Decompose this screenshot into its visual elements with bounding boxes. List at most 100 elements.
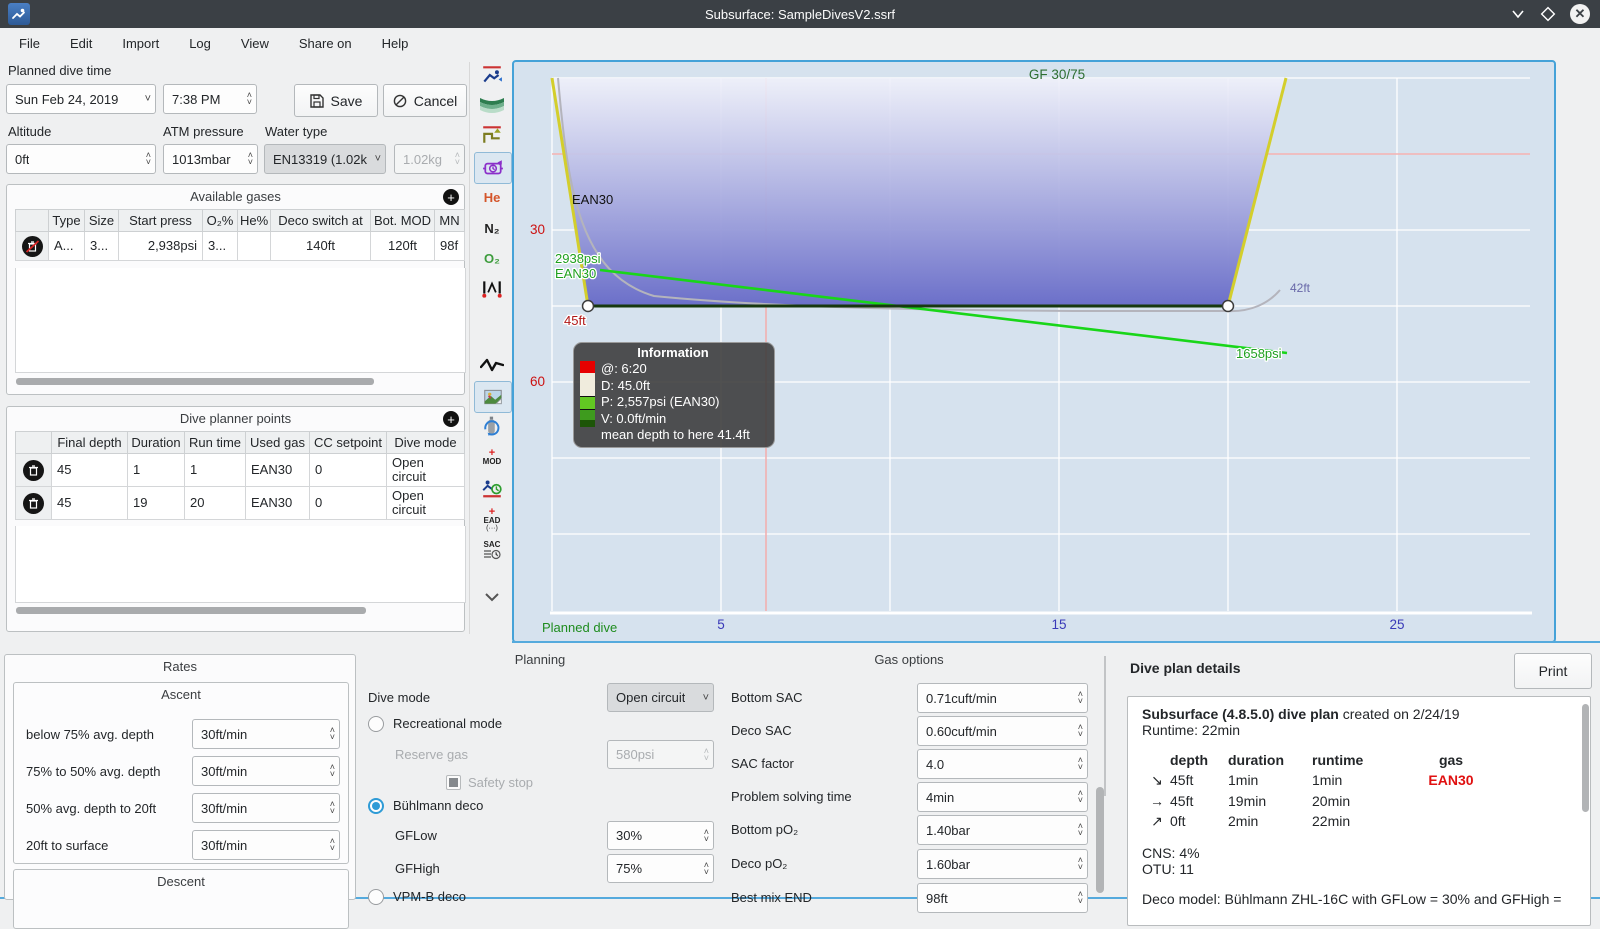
gas-o2-cell[interactable]: 3... xyxy=(202,231,238,261)
toolbar-button-setpoint[interactable] xyxy=(474,152,512,184)
point-duration-cell[interactable]: 1 xyxy=(127,453,185,487)
toolbar-button-ead[interactable]: + EAD (···) xyxy=(474,505,510,535)
problem-solving-time-spinbox[interactable]: 4min ˄ ˅ xyxy=(917,782,1088,812)
toolbar-button-photos[interactable] xyxy=(474,381,512,413)
atm-pressure-spinbox[interactable]: 1013mbar ˄ ˅ xyxy=(163,144,258,174)
minimize-icon[interactable] xyxy=(1510,6,1526,22)
deco-po2-spinbox[interactable]: 1.60bar ˄ ˅ xyxy=(917,849,1088,879)
sac-factor-spinbox[interactable]: 4.0 ˄ ˅ xyxy=(917,749,1088,779)
time-spinbox[interactable]: 7:38 PM ˄ ˅ xyxy=(163,84,257,114)
toolbar-button-ceiling[interactable] xyxy=(474,90,510,120)
spin-arrows-icon[interactable]: ˄ ˅ xyxy=(326,800,335,816)
gas-mnd-cell[interactable]: 98f xyxy=(434,231,465,261)
menu-share-on[interactable]: Share on xyxy=(286,32,365,55)
spin-arrows-icon[interactable]: ˄ ˅ xyxy=(1074,890,1083,906)
gas-type-cell[interactable]: A... xyxy=(48,231,85,261)
spin-arrows-icon[interactable]: ˄ ˅ xyxy=(243,91,252,107)
toolbar-button-nitrogen[interactable]: N₂ xyxy=(474,213,510,243)
spin-arrows-icon[interactable]: ˄ ˅ xyxy=(244,151,253,167)
spin-arrows-icon[interactable]: ˄ ˅ xyxy=(1074,856,1083,872)
gas-startpress-cell[interactable]: 2,938psi xyxy=(118,231,203,261)
menu-import[interactable]: Import xyxy=(109,32,172,55)
spin-arrows-icon[interactable]: ˄ ˅ xyxy=(326,763,335,779)
gas-he-cell[interactable] xyxy=(237,231,271,261)
toolbar-button-tank[interactable] xyxy=(474,411,510,441)
point-setpoint-cell[interactable]: 0 xyxy=(309,486,387,520)
print-button[interactable]: Print xyxy=(1514,653,1592,689)
recreational-mode-radio[interactable] xyxy=(368,716,384,732)
menu-log[interactable]: Log xyxy=(176,32,224,55)
spin-arrows-icon[interactable]: ˄ ˅ xyxy=(700,860,709,876)
menu-help[interactable]: Help xyxy=(369,32,422,55)
ascent-rate-spinbox[interactable]: 30ft/min ˄ ˅ xyxy=(192,719,340,749)
point-depth-cell[interactable]: 45 xyxy=(51,486,128,520)
ascent-rate-spinbox[interactable]: 30ft/min ˄ ˅ xyxy=(192,756,340,786)
maximize-icon[interactable] xyxy=(1540,6,1556,22)
toolbar-button-ndl[interactable] xyxy=(474,473,510,503)
water-type-combobox[interactable]: EN13319 (1.02k ˅ xyxy=(264,144,386,174)
buhlmann-deco-radio[interactable] xyxy=(368,798,384,814)
spin-arrows-icon[interactable]: ˄ ˅ xyxy=(1074,822,1083,838)
best-mix-end-spinbox[interactable]: 98ft ˄ ˅ xyxy=(917,883,1088,913)
ascent-rate-spinbox[interactable]: 30ft/min ˄ ˅ xyxy=(192,830,340,860)
delete-point-icon[interactable] xyxy=(23,459,44,481)
close-icon[interactable]: ✕ xyxy=(1570,4,1590,24)
toolbar-button-collapse[interactable] xyxy=(474,582,510,612)
point-depth-cell[interactable]: 45 xyxy=(51,453,128,487)
toolbar-button-oxygen[interactable]: O₂ xyxy=(474,243,510,273)
toolbar-button-heartrate[interactable] xyxy=(474,350,510,380)
toolbar-button-profile[interactable] xyxy=(474,60,510,90)
waypoint-handle[interactable] xyxy=(1221,299,1235,313)
point-runtime-cell[interactable]: 1 xyxy=(184,453,246,487)
information-tooltip[interactable]: Information @: 6:20 D: 45.0ft P: 2,557ps… xyxy=(573,342,775,448)
spin-arrows-icon[interactable]: ˄ ˅ xyxy=(1074,756,1083,772)
date-combobox[interactable]: Sun Feb 24, 2019 ˅ xyxy=(6,84,156,114)
point-setpoint-cell[interactable]: 0 xyxy=(309,453,387,487)
gas-botmod-cell[interactable]: 120ft xyxy=(370,231,435,261)
bottom-po2-spinbox[interactable]: 1.40bar ˄ ˅ xyxy=(917,815,1088,845)
dive-profile-chart[interactable]: GF 30/75 30 60 5 15 25 EAN30 2938psi EAN… xyxy=(512,60,1556,643)
settings-vscrollbar[interactable] xyxy=(1096,787,1104,893)
add-point-button[interactable]: + xyxy=(443,411,459,427)
gases-hscrollbar[interactable] xyxy=(16,378,374,385)
point-divemode-cell[interactable]: Open circuit xyxy=(386,453,465,487)
add-gas-button[interactable]: + xyxy=(443,189,459,205)
toolbar-button-dc-ceiling[interactable] xyxy=(474,120,510,150)
plan-notes-scrollbar[interactable] xyxy=(1582,704,1589,812)
save-button[interactable]: Save xyxy=(294,84,378,117)
delete-point-icon[interactable] xyxy=(23,492,44,514)
spin-arrows-icon[interactable]: ˄ ˅ xyxy=(326,837,335,853)
spin-arrows-icon[interactable]: ˄ ˅ xyxy=(142,151,151,167)
point-gas-cell[interactable]: EAN30 xyxy=(245,486,310,520)
delete-gas-icon[interactable] xyxy=(21,235,43,257)
vpmb-deco-radio[interactable] xyxy=(368,889,384,905)
gfhigh-spinbox[interactable]: 75% ˄ ˅ xyxy=(607,854,714,883)
toolbar-button-mod[interactable]: + MOD xyxy=(474,442,510,472)
deco-sac-spinbox[interactable]: 0.60cuft/min ˄ ˅ xyxy=(917,716,1088,746)
spin-arrows-icon[interactable]: ˄ ˅ xyxy=(700,827,709,843)
spin-arrows-icon[interactable]: ˄ ˅ xyxy=(1074,723,1083,739)
toolbar-button-ruler[interactable] xyxy=(474,273,510,303)
toolbar-button-helium[interactable]: He xyxy=(474,182,510,212)
altitude-spinbox[interactable]: 0ft ˄ ˅ xyxy=(6,144,156,174)
menu-edit[interactable]: Edit xyxy=(57,32,105,55)
waypoint-handle[interactable] xyxy=(581,299,595,313)
gflow-spinbox[interactable]: 30% ˄ ˅ xyxy=(607,821,714,850)
point-gas-cell[interactable]: EAN30 xyxy=(245,453,310,487)
spin-arrows-icon[interactable]: ˄ ˅ xyxy=(1074,690,1083,706)
point-divemode-cell[interactable]: Open circuit xyxy=(386,486,465,520)
cancel-button[interactable]: Cancel xyxy=(383,84,467,117)
gas-size-cell[interactable]: 3... xyxy=(84,231,119,261)
dive-mode-combobox[interactable]: Open circuit ˅ xyxy=(607,683,714,712)
ascent-rate-spinbox[interactable]: 30ft/min ˄ ˅ xyxy=(192,793,340,823)
bottom-sac-spinbox[interactable]: 0.71cuft/min ˄ ˅ xyxy=(917,683,1088,713)
spin-arrows-icon[interactable]: ˄ ˅ xyxy=(326,726,335,742)
gas-decoswitch-cell[interactable]: 140ft xyxy=(270,231,371,261)
points-hscrollbar[interactable] xyxy=(16,607,366,614)
menu-view[interactable]: View xyxy=(228,32,282,55)
spin-arrows-icon[interactable]: ˄ ˅ xyxy=(1074,789,1083,805)
point-duration-cell[interactable]: 19 xyxy=(127,486,185,520)
point-runtime-cell[interactable]: 20 xyxy=(184,486,246,520)
toolbar-button-sac[interactable]: SAC xyxy=(474,535,510,565)
menu-file[interactable]: File xyxy=(6,32,53,55)
